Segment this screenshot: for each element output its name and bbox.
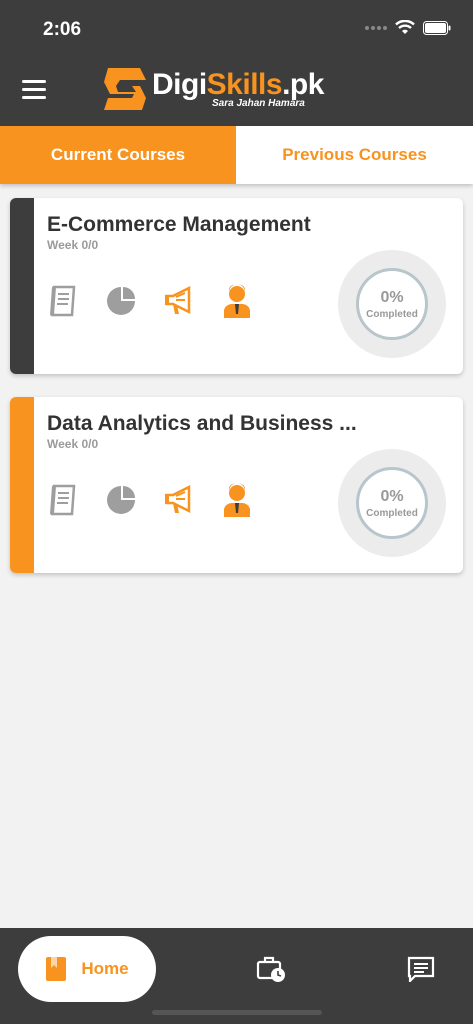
wifi-icon [395,20,415,34]
home-indicator [152,1010,322,1015]
hamburger-icon[interactable] [22,80,48,102]
briefcase-clock-icon[interactable] [256,954,286,984]
logo-digi: Digi [152,67,207,101]
course-card[interactable]: Data Analytics and Business ... Week 0/0… [10,397,463,573]
progress-percent: 0% [380,487,404,505]
course-title: E-Commerce Management [47,213,311,236]
chat-icon[interactable] [406,954,436,984]
progress-label: Completed [366,507,418,519]
logo-tagline: Sara Jahan Hamara [212,97,305,109]
status-icons [365,20,451,35]
course-card[interactable]: E-Commerce Management Week 0/0 0% Comple… [10,198,463,374]
nav-home-button[interactable]: Home [18,936,156,1002]
logo-pk: .pk [282,67,324,101]
status-time: 2:06 [43,19,82,40]
tab-previous-courses[interactable]: Previous Courses [236,126,473,184]
card-accent-bar [10,198,34,374]
home-icon [46,957,67,981]
progress-label: Completed [366,308,418,320]
megaphone-icon[interactable] [163,284,195,318]
book-icon[interactable] [47,483,79,517]
instructor-icon[interactable] [221,284,253,318]
megaphone-icon[interactable] [163,483,195,517]
nav-home-label: Home [81,959,129,978]
instructor-icon[interactable] [221,483,253,517]
signal-icon [365,25,387,30]
progress-percent: 0% [380,288,404,306]
course-week: Week 0/0 [47,437,99,451]
progress-ring: 0% Completed [338,250,446,358]
course-tabs: Current Courses Previous Courses [0,126,473,184]
pie-chart-icon[interactable] [105,483,137,517]
pie-chart-icon[interactable] [105,284,137,318]
logo-skills: Skills [206,67,283,101]
course-title: Data Analytics and Business ... [47,412,357,435]
app-header: 2:06 DigiSkills.pk Sara Jahan Hamara [0,0,473,126]
course-week: Week 0/0 [47,238,99,252]
card-accent-bar [10,397,34,573]
app-logo: DigiSkills.pk Sara Jahan Hamara [102,66,324,112]
tab-current-courses[interactable]: Current Courses [0,126,236,184]
progress-ring: 0% Completed [338,449,446,557]
logo-mark-icon [104,68,146,110]
battery-icon [423,20,451,35]
book-icon[interactable] [47,284,79,318]
